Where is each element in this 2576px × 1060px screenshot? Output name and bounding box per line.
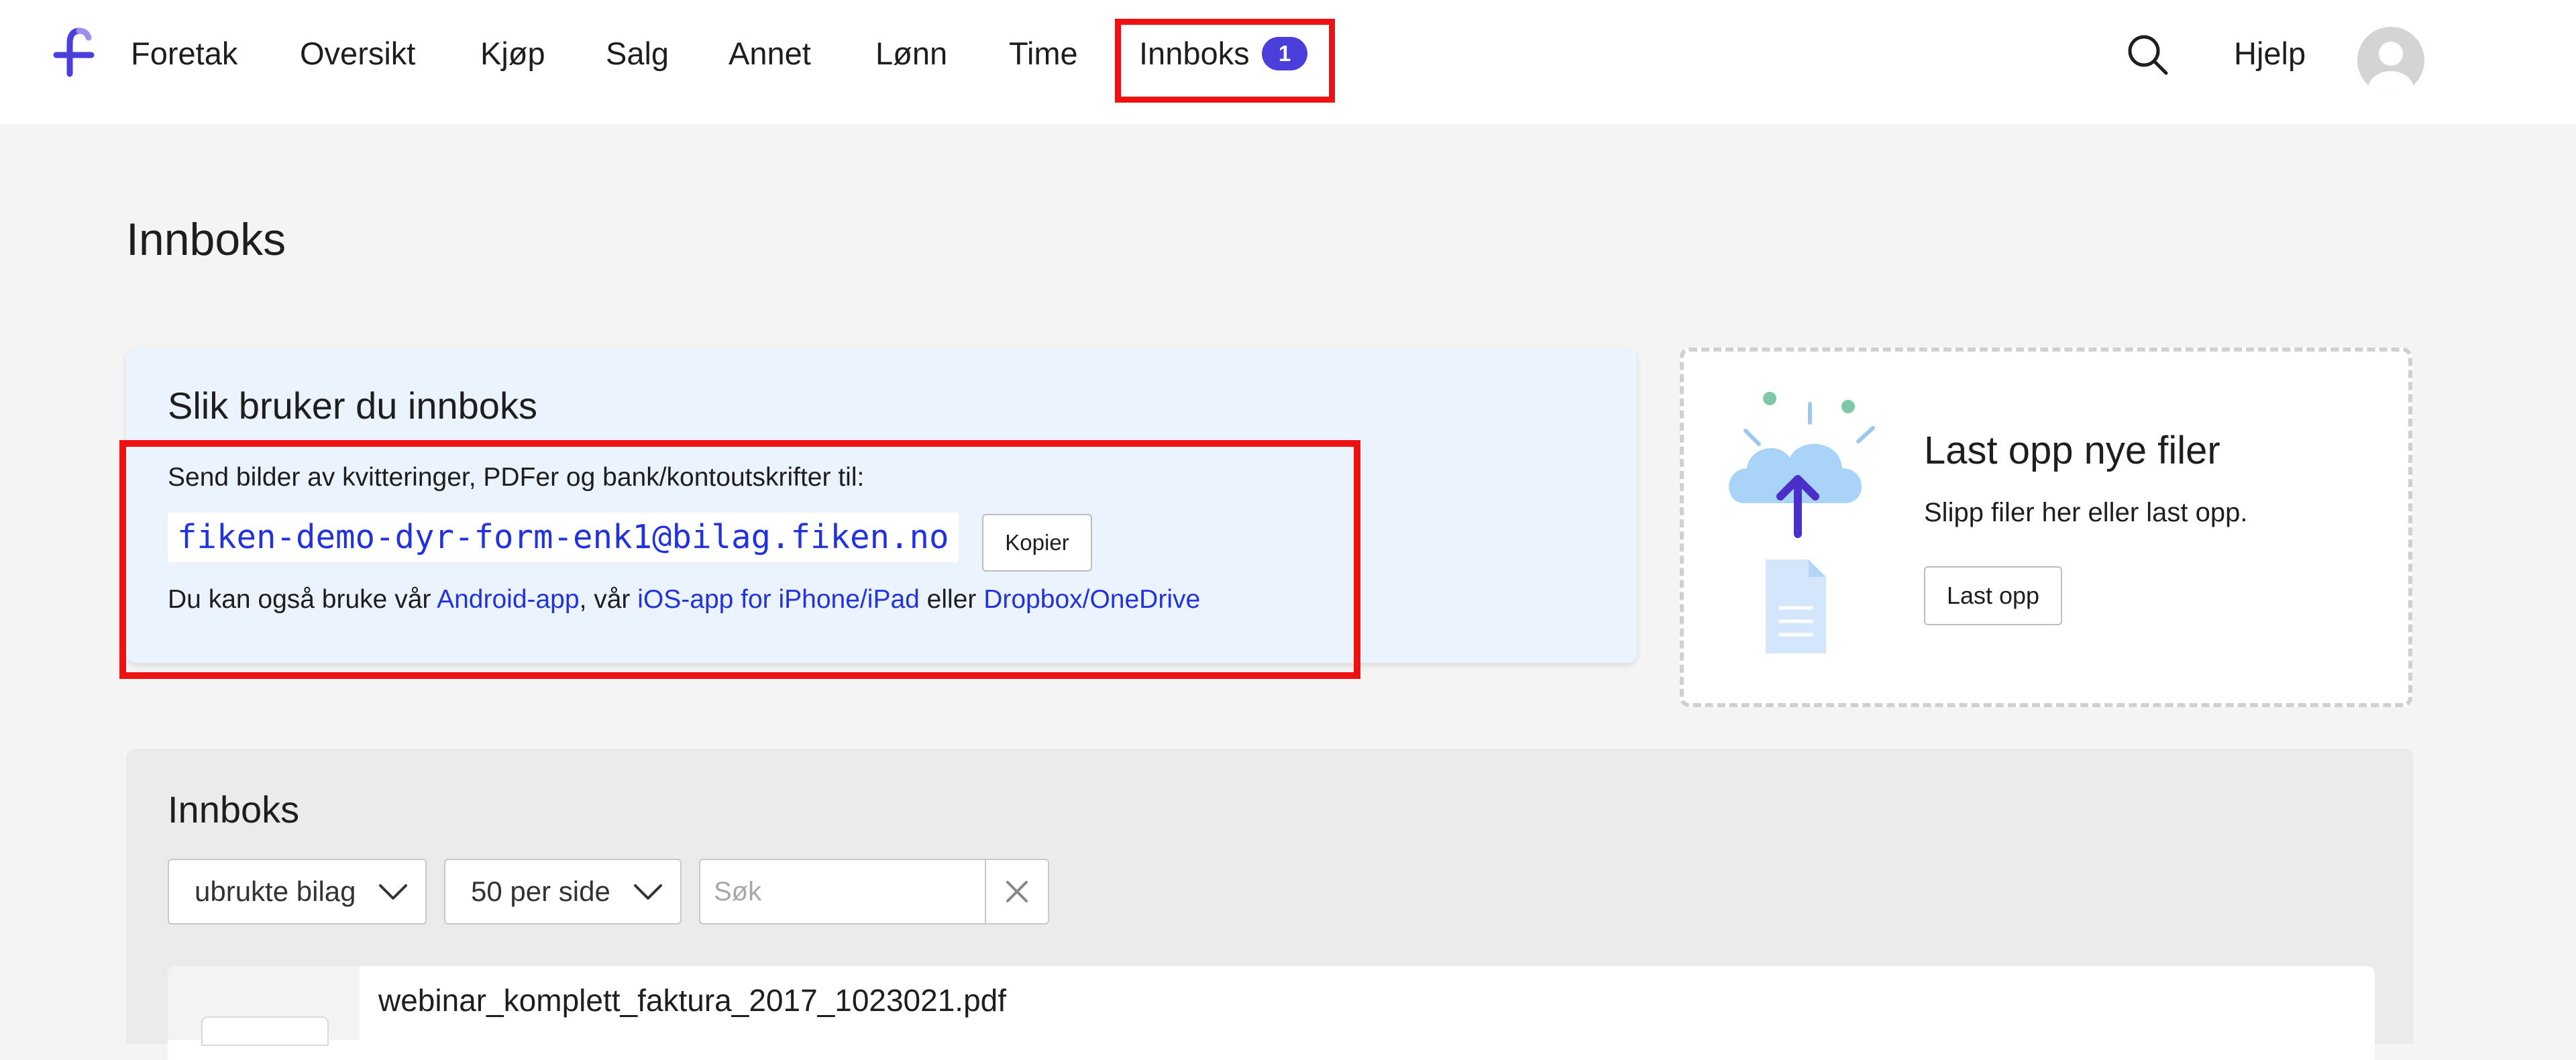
- upload-subtitle: Slipp filer her eller last opp.: [1924, 498, 2248, 527]
- nav-oversikt[interactable]: Oversikt: [300, 34, 415, 74]
- top-navigation: Foretak Oversikt Kjøp Salg Annet Lønn Ti…: [0, 0, 2576, 124]
- per-page-value: 50 per side: [471, 876, 610, 907]
- page-title: Innboks: [126, 214, 286, 265]
- clear-search-button[interactable]: [985, 859, 1049, 924]
- nav-annet[interactable]: Annet: [729, 34, 811, 74]
- per-page-select[interactable]: 50 per side: [444, 859, 682, 924]
- upload-title: Last opp nye filer: [1924, 429, 2220, 472]
- nav-foretak[interactable]: Foretak: [131, 34, 237, 74]
- help-link[interactable]: Hjelp: [2234, 34, 2306, 74]
- inbox-search-input[interactable]: [699, 859, 986, 924]
- innboks-highlight-box: [1115, 19, 1335, 103]
- chevron-down-icon: [634, 884, 662, 900]
- status-filter-value: ubrukte bilag: [195, 876, 356, 907]
- close-icon: [1006, 881, 1028, 902]
- file-name[interactable]: webinar_komplett_faktura_2017_1023021.pd…: [378, 982, 1006, 1018]
- nav-salg[interactable]: Salg: [606, 34, 669, 74]
- search-icon[interactable]: [2125, 32, 2169, 76]
- nav-time[interactable]: Time: [1009, 34, 1078, 74]
- email-section-highlight-box: [119, 440, 1360, 679]
- document-thumbnail[interactable]: [201, 1016, 329, 1046]
- chevron-down-icon: [379, 884, 407, 900]
- inbox-section-title: Innboks: [168, 788, 300, 831]
- upload-button[interactable]: Last opp: [1924, 566, 2062, 625]
- status-filter-select[interactable]: ubrukte bilag: [168, 859, 427, 924]
- nav-lonn[interactable]: Lønn: [875, 34, 947, 74]
- howto-title: Slik bruker du innboks: [168, 384, 537, 427]
- cloud-upload-icon: [1729, 392, 1875, 653]
- nav-kjop[interactable]: Kjøp: [480, 34, 545, 74]
- user-avatar-icon[interactable]: [2357, 27, 2424, 94]
- fiken-logo-icon[interactable]: [52, 25, 99, 79]
